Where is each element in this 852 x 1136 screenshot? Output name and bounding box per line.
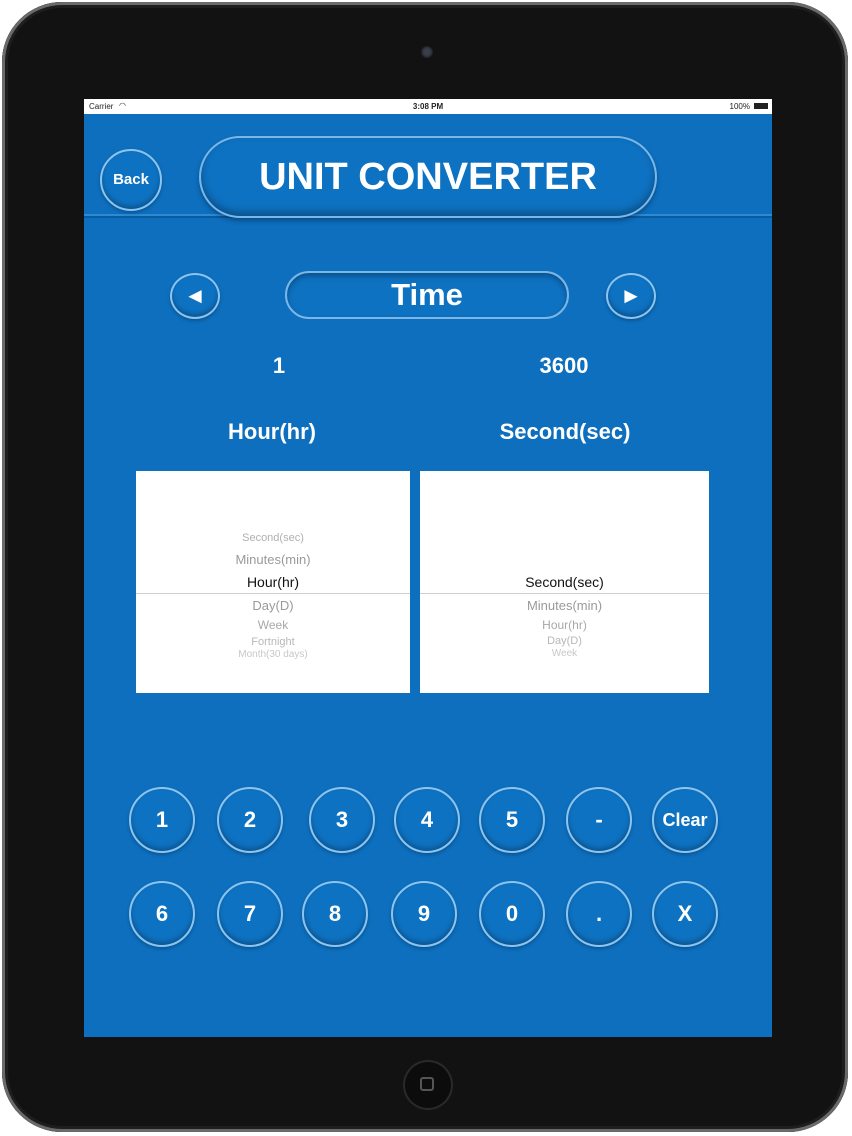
key-7[interactable]: 7 [217, 881, 283, 947]
key-8[interactable]: 8 [302, 881, 368, 947]
home-button[interactable] [403, 1060, 453, 1110]
app-title: UNIT CONVERTER [199, 136, 657, 218]
app-screen: Carrier ◠ 3:08 PM 100% Back UNIT CONVERT… [84, 99, 772, 1037]
app-header: Back UNIT CONVERTER [84, 114, 772, 218]
picker-item[interactable]: Month(30 days) [136, 649, 410, 660]
status-time: 3:08 PM [412, 102, 444, 111]
from-unit-picker[interactable]: Second(sec) Minutes(min) Hour(hr) Day(D)… [136, 471, 410, 693]
picker-selection-line [136, 593, 410, 594]
to-unit-label: Second(sec) [499, 419, 631, 444]
picker-item-selected[interactable]: Hour(hr) [136, 574, 410, 590]
key-2[interactable]: 2 [217, 787, 283, 853]
home-square-icon [420, 1077, 434, 1091]
clear-button[interactable]: Clear [652, 787, 718, 853]
picker-item[interactable]: Second(sec) [136, 532, 410, 544]
category-title: Time [285, 271, 569, 319]
picker-item[interactable]: Hour(hr) [420, 618, 709, 632]
previous-category-button[interactable]: ◄ [170, 273, 220, 319]
key-5[interactable]: 5 [479, 787, 545, 853]
key-0[interactable]: 0 [479, 881, 545, 947]
key-3[interactable]: 3 [309, 787, 375, 853]
key-decimal[interactable]: . [566, 881, 632, 947]
picker-item[interactable]: Day(D) [136, 598, 410, 613]
key-minus[interactable]: - [566, 787, 632, 853]
picker-item[interactable]: Day(D) [420, 635, 709, 647]
picker-selection-line [420, 593, 709, 594]
picker-item[interactable]: Week [136, 618, 410, 632]
picker-item[interactable]: Minutes(min) [136, 552, 410, 567]
key-4[interactable]: 4 [394, 787, 460, 853]
picker-item-selected[interactable]: Second(sec) [420, 574, 709, 590]
input-value: 1 [272, 353, 286, 378]
picker-item[interactable]: Fortnight [136, 636, 410, 648]
front-camera [421, 46, 433, 58]
key-9[interactable]: 9 [391, 881, 457, 947]
next-category-button[interactable]: ► [606, 273, 656, 319]
picker-item[interactable]: Minutes(min) [420, 598, 709, 613]
battery-percent: 100% [729, 102, 750, 111]
ipad-device-frame: Carrier ◠ 3:08 PM 100% Back UNIT CONVERT… [2, 2, 848, 1132]
backspace-button[interactable]: X [652, 881, 718, 947]
battery-icon [754, 103, 768, 109]
key-6[interactable]: 6 [129, 881, 195, 947]
key-1[interactable]: 1 [129, 787, 195, 853]
to-unit-picker[interactable]: Second(sec) Minutes(min) Hour(hr) Day(D)… [420, 471, 709, 693]
back-button[interactable]: Back [100, 149, 162, 211]
status-bar: Carrier ◠ 3:08 PM 100% [84, 99, 772, 114]
result-value: 3600 [539, 353, 589, 378]
picker-item[interactable]: Week [420, 648, 709, 659]
from-unit-label: Hour(hr) [228, 419, 316, 444]
